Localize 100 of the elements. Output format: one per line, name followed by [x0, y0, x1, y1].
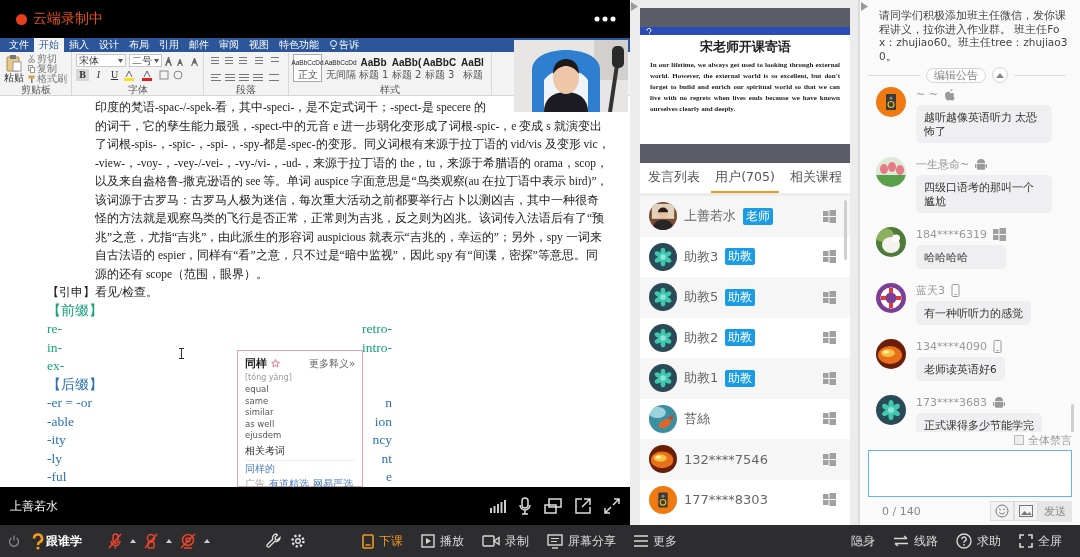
style-option[interactable]: AaBl 标题 — [458, 54, 487, 82]
speaker-muted-icon[interactable] — [144, 533, 158, 549]
scissors-icon — [28, 55, 35, 63]
user-row[interactable]: 助教5 助教 — [640, 277, 850, 318]
ribbon-tab[interactable]: 邮件 — [184, 38, 214, 52]
section-heading: 【前缀】 — [47, 301, 103, 320]
ribbon-tab[interactable]: 引用 — [154, 38, 184, 52]
affix-text: -er = -or — [47, 394, 93, 412]
ribbon-tab[interactable]: 文件 — [4, 38, 34, 52]
presenter-name: 上善若水 — [10, 497, 58, 515]
question-mark-icon — [32, 532, 44, 550]
power-icon[interactable] — [8, 535, 20, 547]
toolbar-button[interactable]: 更多 — [634, 532, 677, 550]
affix-text: ex- — [47, 357, 65, 375]
user-row[interactable]: 助教2 助教 — [640, 317, 850, 358]
format-button[interactable]: U — [108, 69, 121, 81]
affix-text: retro- — [362, 320, 392, 338]
message-input[interactable] — [868, 450, 1072, 497]
panel-tab[interactable]: 用户(705) — [711, 163, 779, 193]
ribbon-tab[interactable]: 视图 — [244, 38, 274, 52]
style-option[interactable]: AaBb( 标题 2 — [392, 54, 421, 82]
caret-icon[interactable] — [166, 539, 172, 543]
flower-avatar — [649, 283, 677, 312]
group-label: 段落 — [235, 84, 257, 95]
user-row[interactable]: 助教3 助教 — [640, 236, 850, 277]
panel-tab[interactable]: 发言列表 — [643, 163, 704, 193]
paste-button[interactable]: 粘贴 — [4, 72, 24, 83]
user-row[interactable]: 132****7546 — [640, 439, 850, 480]
lifebuoy-avatar — [876, 283, 906, 313]
user-name: 助教3 — [684, 247, 719, 266]
user-row[interactable]: 177****8303 — [640, 479, 850, 520]
collapse-button[interactable] — [992, 67, 1008, 83]
ribbon-tab[interactable]: 审阅 — [214, 38, 244, 52]
expand-icon — [1019, 534, 1033, 548]
edit-announcement-button[interactable]: 编辑公告 — [926, 67, 986, 83]
play-icon — [421, 534, 435, 548]
group-label: 样式 — [379, 84, 401, 95]
scrollbar[interactable] — [1071, 404, 1074, 432]
ribbon-tab[interactable]: 开始 — [34, 38, 64, 52]
dropdown-caret-icon — [154, 58, 159, 63]
pop-out-icon[interactable] — [575, 498, 591, 514]
style-option[interactable]: AaBbC 标题 3 — [425, 54, 454, 82]
caret-icon[interactable] — [204, 539, 210, 543]
checkbox[interactable] — [1014, 435, 1024, 445]
toolbar-button[interactable]: 隐身 — [851, 532, 875, 550]
ad-link[interactable]: 有道精选 — [269, 476, 309, 487]
emoji-button[interactable] — [990, 501, 1014, 521]
user-row[interactable]: 苔絲 — [640, 398, 850, 439]
tell-me-link[interactable]: 告诉 — [339, 38, 359, 52]
monitor-icon — [547, 533, 563, 549]
microphone-icon[interactable] — [519, 497, 531, 515]
fullscreen-icon[interactable] — [604, 498, 620, 514]
more-link[interactable]: 更多释义» — [308, 356, 355, 371]
toolbar-button[interactable]: 下课 — [362, 532, 403, 550]
chat-bubble: 越听越像英语听力 太恐怖了 — [916, 105, 1052, 143]
sender-name: ~ ~ — [916, 87, 938, 101]
toolbar-button[interactable]: 线路 — [893, 532, 938, 550]
caret-icon[interactable] — [130, 539, 136, 543]
ribbon-tab[interactable]: 布局 — [124, 38, 154, 52]
ribbon-tab[interactable]: 特色功能 — [274, 38, 324, 52]
document-paragraph: 印度的梵语-spac-/-spek-看，其中-speci-，是不定式词干；-spect-是 specere 的 的词干，它的孳生能力最强，-spect-中的元音 e 进一步弱化变形成了词根-spic-，e 变成 s 就演变出 了词根-spis-，-spic-，-spi-，-spy-都是-spec-的变形。同义词根有来源于拉丁语的 vid/vis 及变形 vic， -view-，-voy-，-vey-/-vei-，-vy-/vi-，-ud-，来源于拉丁语的 the，tu，来源于希腊语的 orama，scop， 以及来自盎格鲁-撒克逊语的 see 等。单词 auspice 字面意思是“鸟类观察(au 在拉丁语中表示 bird)”， 该词源于古罗马：古罗马人极为迷信，每次重大活动之前都要举行占卜以测凶吉，其中一种很奇 怪的方法就是观察鸟类的飞行是否正常，正常则为吉兆，反之则为凶兆。该词传入法语后有了“预 兆”之意，尤指“吉兆”，由此派生的形容词 auspicious 就表示“吉兆的，幸运的”；另外，spy 一词来 自古法语的 espier，同样有“看”之意，只不过是“暗中监视”，因此 spy 有“间谍，密探”等意思。同 源的还有 scope（范围，眼界）。 — [95, 100, 611, 283]
camera-muted-icon[interactable] — [180, 533, 196, 549]
microphone-muted-icon[interactable] — [108, 533, 122, 549]
clipboard-action[interactable]: 剪切 — [37, 54, 57, 64]
format-button[interactable]: B — [76, 69, 89, 81]
user-row[interactable]: 助教1 助教 — [640, 358, 850, 399]
scrollbar[interactable] — [844, 200, 847, 260]
panel-tab[interactable]: 相关课程 — [786, 163, 847, 193]
settings-icon[interactable] — [290, 533, 306, 549]
user-row[interactable]: 上善若水 老师 — [640, 196, 850, 237]
meaning: equal — [245, 384, 270, 395]
image-button[interactable] — [1014, 501, 1038, 521]
toolbar-button[interactable]: 屏幕分享 — [547, 532, 616, 550]
windows-icon — [823, 452, 836, 466]
clipboard-action[interactable]: 格式刷 — [37, 74, 67, 84]
ad-link[interactable]: 网易严选 — [313, 476, 353, 487]
star-icon[interactable] — [271, 359, 280, 368]
help-icon — [956, 533, 972, 549]
style-option[interactable]: AaBb 标题 1 — [359, 54, 388, 82]
toolbar-button[interactable]: 播放 — [421, 532, 464, 550]
recording-status: 云端录制中 — [33, 10, 103, 28]
more-icon[interactable] — [594, 16, 616, 22]
ribbon-tab[interactable]: 设计 — [94, 38, 124, 52]
affix-text: n — [385, 394, 392, 412]
related-link[interactable]: 同样的 — [245, 461, 355, 476]
role-badge: 助教 — [725, 288, 756, 306]
switch-layout-icon[interactable] — [544, 498, 562, 514]
toolbar-button[interactable]: 求助 — [956, 532, 1001, 550]
clipboard-action[interactable]: 复制 — [37, 64, 57, 74]
font-family-field[interactable]: 宋体 — [76, 54, 126, 67]
toolbar-button[interactable]: 录制 — [482, 532, 529, 550]
ribbon-tab[interactable]: 插入 — [64, 38, 94, 52]
font-size-field[interactable]: 二号 — [129, 54, 162, 67]
toolbar-button[interactable]: 全屏 — [1019, 532, 1062, 550]
format-button[interactable]: I — [92, 69, 105, 81]
role-badge: 助教 — [725, 369, 756, 387]
smile-icon — [995, 504, 1009, 518]
windows-icon — [823, 493, 836, 507]
wrench-icon[interactable] — [266, 533, 282, 549]
phone-icon — [951, 283, 960, 297]
